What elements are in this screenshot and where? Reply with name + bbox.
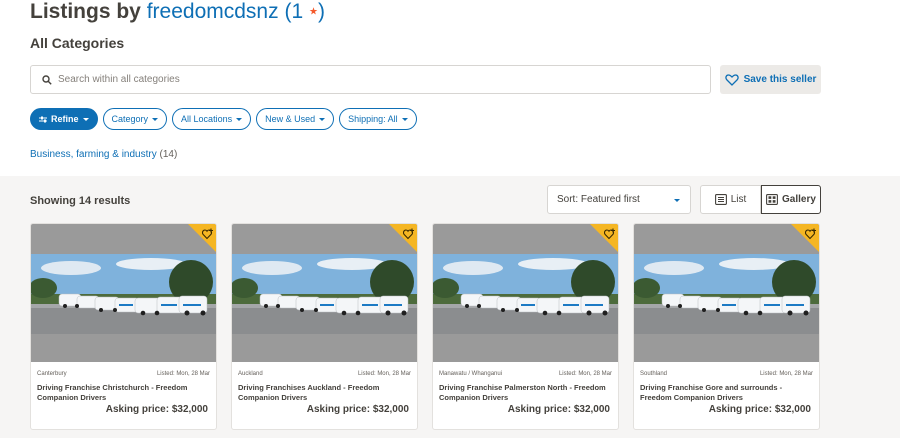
watchlist-add-icon[interactable]	[403, 228, 415, 240]
save-seller-button[interactable]: Save this seller	[720, 65, 821, 94]
results-count: Showing 14 results	[30, 195, 131, 207]
feedback-open: (1	[284, 0, 304, 23]
listing-meta: Manawatu / Whanganui Listed: Mon, 28 Mar	[433, 362, 618, 377]
listing-meta: Canterbury Listed: Mon, 28 Mar	[31, 362, 216, 377]
condition-filter[interactable]: New & Used	[256, 108, 335, 130]
listing-title[interactable]: Driving Franchise Palmerston North - Fre…	[433, 377, 618, 402]
watchlist-add-icon[interactable]	[805, 228, 817, 240]
listing-price: Asking price: $32,000	[306, 404, 409, 415]
gallery-view-button[interactable]: Gallery	[761, 185, 821, 214]
shipping-filter-label: Shipping: All	[348, 114, 398, 124]
listing-card[interactable]: Southland Listed: Mon, 28 Mar Driving Fr…	[633, 223, 820, 430]
listing-price: Asking price: $32,000	[507, 404, 610, 415]
listing-title[interactable]: Driving Franchise Gore and surrounds - F…	[634, 377, 819, 402]
category-link[interactable]: Business, farming & industry (14)	[30, 149, 177, 160]
listing-photo	[232, 224, 417, 362]
category-link-label: Business, farming & industry	[30, 149, 157, 160]
category-filter-label: Category	[111, 114, 149, 124]
category-count: (14)	[159, 149, 178, 160]
listing-location: Canterbury	[37, 371, 67, 377]
page-title: Listings by freedomcdsnz (1 ★)	[30, 0, 325, 24]
filter-bar: Refine Category All Locations New & Used…	[30, 108, 417, 130]
results-area: Showing 14 results Sort: Featured first …	[0, 176, 900, 438]
listing-card[interactable]: Manawatu / Whanganui Listed: Mon, 28 Mar…	[432, 223, 619, 430]
shipping-filter[interactable]: Shipping: All	[339, 108, 417, 130]
search-placeholder: Search within all categories	[58, 74, 180, 85]
refine-label: Refine	[51, 114, 79, 124]
listing-card[interactable]: Canterbury Listed: Mon, 28 Mar Driving F…	[30, 223, 217, 430]
sort-label: Sort: Featured first	[557, 194, 640, 205]
gallery-view-label: Gallery	[782, 194, 816, 205]
listing-photo	[634, 224, 819, 362]
chevron-down-icon	[319, 117, 326, 121]
listing-location: Auckland	[238, 371, 263, 377]
listing-date: Listed: Mon, 28 Mar	[156, 371, 210, 377]
search-input[interactable]: Search within all categories	[30, 65, 711, 94]
listing-image	[31, 254, 216, 334]
category-filter[interactable]: Category	[102, 108, 168, 130]
listing-price: Asking price: $32,000	[105, 404, 208, 415]
listing-photo	[31, 224, 216, 362]
star-icon: ★	[308, 6, 318, 18]
location-filter-label: All Locations	[181, 114, 233, 124]
list-view-label: List	[730, 194, 747, 205]
list-view-button[interactable]: List	[700, 185, 761, 214]
title-prefix: Listings by	[30, 0, 141, 23]
listing-title[interactable]: Driving Franchise Christchurch - Freedom…	[31, 377, 216, 402]
heart-plus-icon	[724, 73, 739, 86]
sort-select[interactable]: Sort: Featured first	[547, 185, 691, 214]
listing-image	[634, 254, 819, 334]
listing-date: Listed: Mon, 28 Mar	[357, 371, 411, 377]
feedback-close: )	[317, 0, 325, 23]
chevron-down-icon	[236, 117, 243, 121]
refine-button[interactable]: Refine	[30, 108, 98, 130]
listing-card[interactable]: Auckland Listed: Mon, 28 Mar Driving Fra…	[231, 223, 418, 430]
listing-meta: Auckland Listed: Mon, 28 Mar	[232, 362, 417, 377]
seller-name-link[interactable]: freedomcdsnz	[147, 0, 279, 23]
listing-location: Manawatu / Whanganui	[439, 371, 503, 377]
save-seller-label: Save this seller	[743, 74, 817, 85]
listing-image	[433, 254, 618, 334]
listing-title[interactable]: Driving Franchises Auckland - Freedom Co…	[232, 377, 417, 402]
listing-photo	[433, 224, 618, 362]
category-heading: All Categories	[30, 35, 125, 51]
location-filter[interactable]: All Locations	[172, 108, 252, 130]
chevron-down-icon	[82, 117, 89, 121]
watchlist-add-icon[interactable]	[202, 228, 214, 240]
listing-date: Listed: Mon, 28 Mar	[759, 371, 813, 377]
condition-filter-label: New & Used	[265, 114, 316, 124]
page-header-area: Listings by freedomcdsnz (1 ★) All Categ…	[0, 0, 900, 176]
watchlist-add-icon[interactable]	[604, 228, 616, 240]
listing-meta: Southland Listed: Mon, 28 Mar	[634, 362, 819, 377]
chevron-down-icon	[401, 117, 408, 121]
listing-date: Listed: Mon, 28 Mar	[558, 371, 612, 377]
sliders-icon	[39, 116, 47, 122]
listing-location: Southland	[640, 371, 668, 377]
listing-grid: Canterbury Listed: Mon, 28 Mar Driving F…	[30, 223, 820, 430]
chevron-down-icon	[152, 117, 159, 121]
feedback-score[interactable]: (1 ★)	[284, 0, 325, 23]
chevron-down-icon	[674, 199, 680, 202]
search-icon	[42, 74, 52, 85]
list-icon	[714, 194, 727, 205]
listing-price: Asking price: $32,000	[708, 404, 811, 415]
listing-image	[232, 254, 417, 334]
grid-icon	[766, 194, 778, 205]
